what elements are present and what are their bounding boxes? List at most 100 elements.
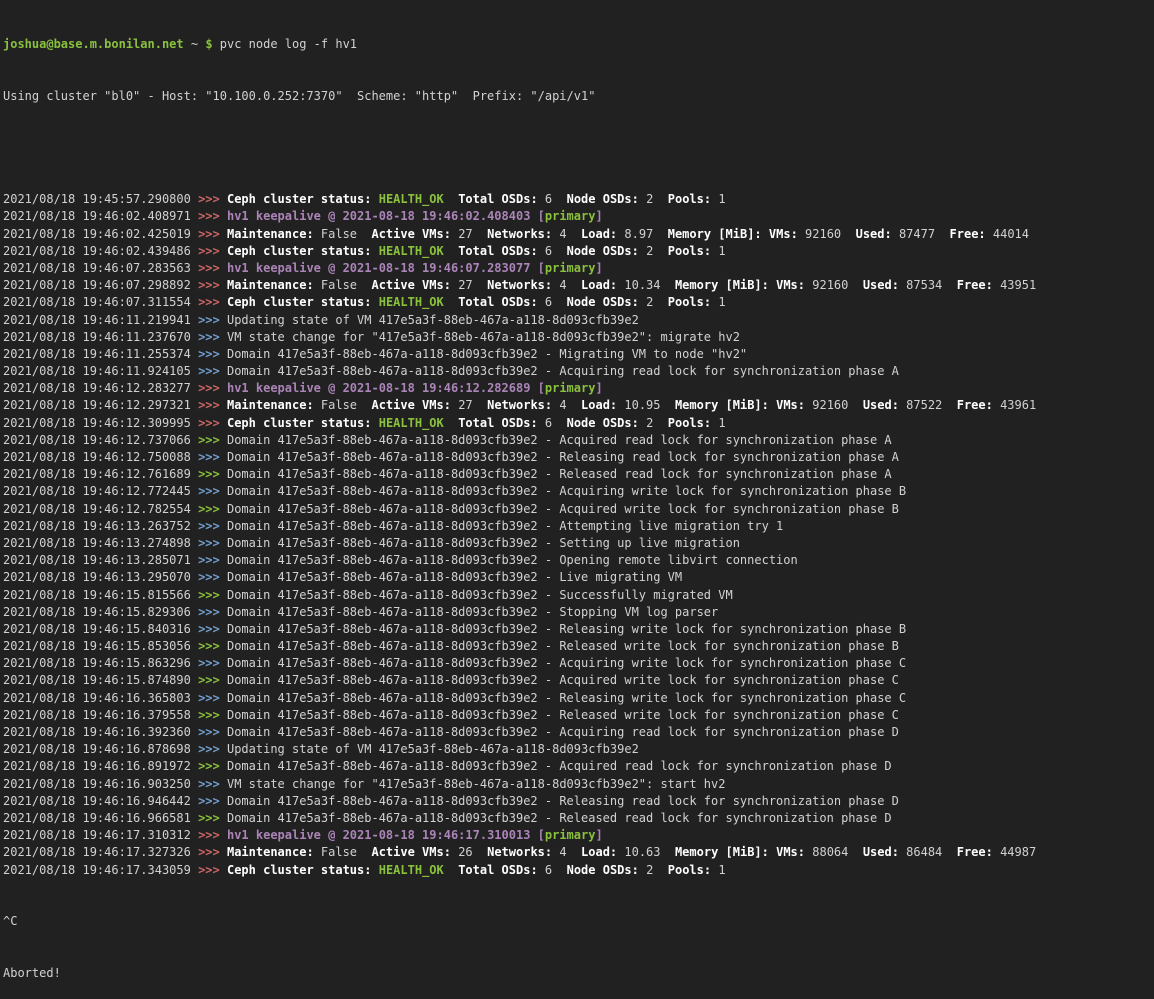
log-line: 2021/08/18 19:46:15.815566 >>> Domain 41… (3, 587, 1154, 604)
log-level-arrow: >>> (198, 605, 227, 619)
log-level-arrow: >>> (198, 502, 227, 516)
log-level-arrow: >>> (198, 330, 227, 344)
log-segment: Domain 417e5a3f-88eb-467a-a118-8d093cfb3… (227, 502, 899, 516)
log-segment: HEALTH_OK (379, 863, 444, 877)
log-segment: 92160 (805, 398, 863, 412)
log-segment: Used: (863, 278, 899, 292)
log-segment: Domain 417e5a3f-88eb-467a-a118-8d093cfb3… (227, 639, 899, 653)
prompt-user-host: joshua@base.m.bonilan.net (3, 37, 184, 51)
log-timestamp: 2021/08/18 19:46:13.274898 (3, 536, 198, 550)
log-lines: 2021/08/18 19:45:57.290800 >>> Ceph clus… (3, 191, 1154, 879)
log-segment (371, 244, 378, 258)
log-line: 2021/08/18 19:46:15.853056 >>> Domain 41… (3, 638, 1154, 655)
log-segment: 44987 (993, 845, 1036, 859)
log-line: 2021/08/18 19:46:12.750088 >>> Domain 41… (3, 449, 1154, 466)
log-line: 2021/08/18 19:46:02.439486 >>> Ceph clus… (3, 243, 1154, 260)
log-timestamp: 2021/08/18 19:46:15.815566 (3, 588, 198, 602)
log-timestamp: 2021/08/18 19:46:16.946442 (3, 794, 198, 808)
log-line: 2021/08/18 19:46:02.408971 >>> hv1 keepa… (3, 208, 1154, 225)
log-level-arrow: >>> (198, 313, 227, 327)
log-segment: Updating state of VM 417e5a3f-88eb-467a-… (227, 313, 639, 327)
log-segment: Active VMs: (371, 398, 450, 412)
log-segment: Used: (856, 227, 892, 241)
log-level-arrow: >>> (198, 398, 227, 412)
log-level-arrow: >>> (198, 639, 227, 653)
log-segment: ] (595, 261, 602, 275)
log-timestamp: 2021/08/18 19:46:16.891972 (3, 759, 198, 773)
log-segment: Domain 417e5a3f-88eb-467a-a118-8d093cfb3… (227, 605, 718, 619)
log-segment (371, 192, 378, 206)
log-segment: 4 (552, 227, 581, 241)
log-segment: Domain 417e5a3f-88eb-467a-a118-8d093cfb3… (227, 570, 682, 584)
log-segment: 87477 (892, 227, 950, 241)
log-segment: VMs: (776, 278, 805, 292)
log-timestamp: 2021/08/18 19:46:12.750088 (3, 450, 198, 464)
log-segment: Node OSDs: (567, 192, 639, 206)
log-timestamp: 2021/08/18 19:46:15.829306 (3, 605, 198, 619)
log-segment: Networks: (487, 227, 552, 241)
log-segment: Ceph cluster status: (227, 244, 372, 258)
log-segment: Domain 417e5a3f-88eb-467a-a118-8d093cfb3… (227, 433, 892, 447)
log-timestamp: 2021/08/18 19:46:07.311554 (3, 295, 198, 309)
log-segment: 6 (538, 244, 567, 258)
log-line: 2021/08/18 19:46:12.772445 >>> Domain 41… (3, 483, 1154, 500)
log-level-arrow: >>> (198, 622, 227, 636)
cluster-info-line: Using cluster "bl0" - Host: "10.100.0.25… (3, 88, 1154, 105)
log-timestamp: 2021/08/18 19:46:16.966581 (3, 811, 198, 825)
log-segment: 2 (639, 416, 668, 430)
log-level-arrow: >>> (198, 725, 227, 739)
log-level-arrow: >>> (198, 364, 227, 378)
log-segment (762, 227, 769, 241)
log-segment: Networks: (487, 845, 552, 859)
log-segment: Total OSDs: (458, 416, 537, 430)
terminal-screen[interactable]: joshua@base.m.bonilan.net ~ $ pvc node l… (0, 0, 1154, 774)
log-segment: hv1 keepalive @ 2021-08-18 19:46:02.4084… (227, 209, 545, 223)
log-segment: Domain 417e5a3f-88eb-467a-a118-8d093cfb3… (227, 691, 906, 705)
log-segment: 1 (711, 192, 725, 206)
log-segment: Free: (950, 227, 986, 241)
log-segment: Maintenance: (227, 227, 314, 241)
log-line: 2021/08/18 19:46:13.274898 >>> Domain 41… (3, 535, 1154, 552)
log-line: 2021/08/18 19:46:13.295070 >>> Domain 41… (3, 569, 1154, 586)
log-line: 2021/08/18 19:46:13.285071 >>> Domain 41… (3, 552, 1154, 569)
command-text: pvc node log -f hv1 (220, 37, 357, 51)
log-timestamp: 2021/08/18 19:46:02.425019 (3, 227, 198, 241)
log-line: 2021/08/18 19:46:12.737066 >>> Domain 41… (3, 432, 1154, 449)
log-level-arrow: >>> (198, 519, 227, 533)
log-segment: 92160 (798, 227, 856, 241)
log-segment: 2 (639, 295, 668, 309)
log-timestamp: 2021/08/18 19:46:15.840316 (3, 622, 198, 636)
log-level-arrow: >>> (198, 295, 227, 309)
log-line: 2021/08/18 19:46:11.255374 >>> Domain 41… (3, 346, 1154, 363)
log-segment: Domain 417e5a3f-88eb-467a-a118-8d093cfb3… (227, 708, 899, 722)
log-line: 2021/08/18 19:46:07.283563 >>> hv1 keepa… (3, 260, 1154, 277)
log-segment: Domain 417e5a3f-88eb-467a-a118-8d093cfb3… (227, 725, 899, 739)
log-level-arrow: >>> (198, 192, 227, 206)
log-segment: Load: (581, 278, 617, 292)
log-segment: Memory [MiB]: (668, 227, 762, 241)
log-segment: VMs: (776, 398, 805, 412)
log-line: 2021/08/18 19:46:11.219941 >>> Updating … (3, 312, 1154, 329)
log-segment: False (314, 227, 372, 241)
log-level-arrow: >>> (198, 433, 227, 447)
log-line: 2021/08/18 19:46:02.425019 >>> Maintenan… (3, 226, 1154, 243)
log-segment: 4 (552, 845, 581, 859)
log-segment: Domain 417e5a3f-88eb-467a-a118-8d093cfb3… (227, 364, 899, 378)
log-segment: 43951 (993, 278, 1036, 292)
log-timestamp: 2021/08/18 19:46:07.298892 (3, 278, 198, 292)
log-segment: Used: (863, 845, 899, 859)
log-timestamp: 2021/08/18 19:46:17.343059 (3, 863, 198, 877)
log-level-arrow: >>> (198, 863, 227, 877)
log-timestamp: 2021/08/18 19:46:13.263752 (3, 519, 198, 533)
log-level-arrow: >>> (198, 673, 227, 687)
log-level-arrow: >>> (198, 691, 227, 705)
log-segment: HEALTH_OK (379, 244, 444, 258)
log-segment: 6 (538, 192, 567, 206)
log-level-arrow: >>> (198, 759, 227, 773)
log-segment: 86484 (899, 845, 957, 859)
log-level-arrow: >>> (198, 811, 227, 825)
log-timestamp: 2021/08/18 19:46:16.903250 (3, 777, 198, 791)
log-segment: Load: (581, 398, 617, 412)
log-timestamp: 2021/08/18 19:46:15.863296 (3, 656, 198, 670)
log-segment: Domain 417e5a3f-88eb-467a-a118-8d093cfb3… (227, 811, 892, 825)
